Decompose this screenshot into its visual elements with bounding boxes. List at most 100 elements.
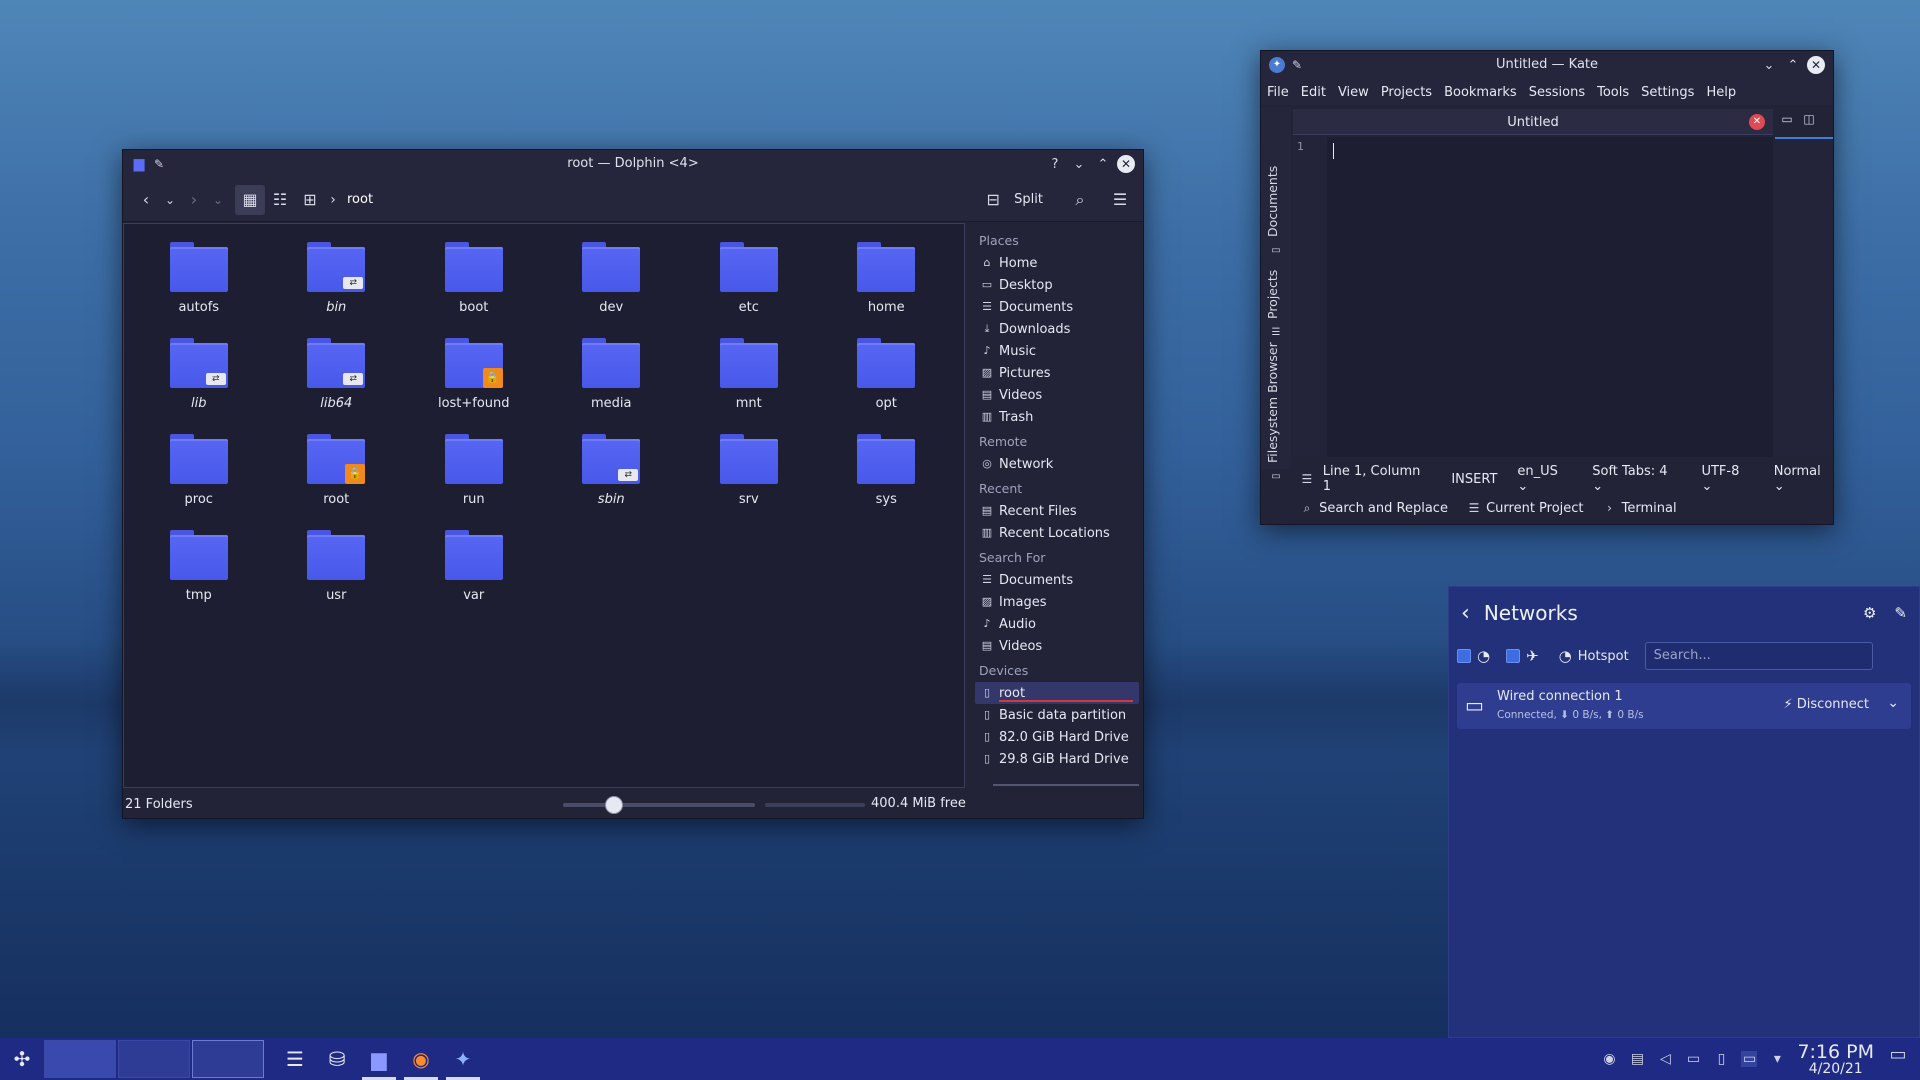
new-tab-icon[interactable]: ▭ bbox=[1779, 111, 1795, 127]
places-item-devices[interactable]: ▯ Basic data partition bbox=[975, 704, 1139, 726]
cursor-position[interactable]: Line 1, Column 1 bbox=[1323, 464, 1432, 494]
pin-icon[interactable]: ✎ bbox=[1289, 57, 1305, 73]
close-button[interactable]: ✕ bbox=[1117, 155, 1135, 173]
places-item-devices[interactable]: ▯ 29.8 GiB Hard Drive bbox=[975, 748, 1139, 786]
encoding-select[interactable]: UTF-8 ⌄ bbox=[1701, 464, 1753, 494]
network-tray-icon[interactable]: ▭ bbox=[1741, 1051, 1758, 1067]
desktop-pager-2[interactable] bbox=[118, 1040, 190, 1078]
folder-item[interactable]: autofs bbox=[130, 238, 268, 331]
desktop-pager-3[interactable] bbox=[192, 1040, 264, 1078]
folder-item[interactable]: home bbox=[818, 238, 956, 331]
folder-item[interactable]: proc bbox=[130, 430, 268, 523]
wired-connection-item[interactable]: ▭ Wired connection 1 Connected, ⬇ 0 B/s,… bbox=[1457, 683, 1911, 729]
maximize-button[interactable]: ⌃ bbox=[1783, 55, 1803, 75]
places-item-places[interactable]: ▨ Pictures bbox=[975, 362, 1139, 384]
updates-icon[interactable]: ◉ bbox=[1601, 1051, 1617, 1067]
back-button[interactable]: ‹ bbox=[131, 185, 161, 215]
places-item-search[interactable]: ☰ Documents bbox=[975, 569, 1139, 591]
sidebar-tab-projects[interactable]: Projects bbox=[1265, 270, 1280, 319]
places-item-places[interactable]: ▥ Trash bbox=[975, 406, 1139, 428]
close-button[interactable]: ✕ bbox=[1807, 56, 1825, 74]
folder-item[interactable]: dev bbox=[543, 238, 681, 331]
maximize-button[interactable]: ⌃ bbox=[1093, 154, 1113, 174]
places-item-devices[interactable]: ▯ root bbox=[975, 682, 1139, 704]
folder-item[interactable]: run bbox=[405, 430, 543, 523]
pin-icon[interactable]: ✎ bbox=[1894, 604, 1907, 622]
kate-taskbar-icon[interactable]: ✦ bbox=[442, 1038, 484, 1080]
zoom-slider-handle[interactable] bbox=[605, 796, 623, 814]
menu-projects[interactable]: Projects bbox=[1381, 85, 1432, 100]
menu-tools[interactable]: Tools bbox=[1597, 85, 1629, 100]
hotspot-label[interactable]: Hotspot bbox=[1578, 649, 1629, 664]
dolphin-taskbar-icon[interactable]: ▆ bbox=[358, 1038, 400, 1080]
terminal-button[interactable]: › Terminal bbox=[1602, 500, 1677, 516]
places-item-search[interactable]: ▤ Videos bbox=[975, 635, 1139, 657]
back-icon[interactable]: ‹ bbox=[1461, 601, 1470, 626]
volume-icon[interactable]: ◁ bbox=[1657, 1051, 1673, 1067]
minimize-button[interactable]: ⌄ bbox=[1759, 55, 1779, 75]
hamburger-menu-icon[interactable]: ☰ bbox=[1105, 185, 1135, 215]
places-item-devices[interactable]: ▯ 82.0 GiB Hard Drive bbox=[975, 726, 1139, 786]
hotspot-icon[interactable]: ◔ bbox=[1559, 647, 1572, 665]
menu-view[interactable]: View bbox=[1338, 85, 1369, 100]
folder-item[interactable]: ⇄ sbin bbox=[543, 430, 681, 523]
split-button[interactable]: Split bbox=[1014, 192, 1043, 207]
places-item-places[interactable]: ♪ Music bbox=[975, 340, 1139, 362]
current-project-button[interactable]: ☰ Current Project bbox=[1466, 500, 1584, 516]
firefox-taskbar-icon[interactable]: ◉ bbox=[400, 1038, 442, 1080]
wifi-checkbox[interactable] bbox=[1457, 649, 1471, 663]
icons-view-button[interactable]: ▦ bbox=[235, 184, 265, 215]
input-mode[interactable]: INSERT bbox=[1451, 472, 1497, 487]
airplane-checkbox[interactable] bbox=[1506, 649, 1521, 663]
folder-item[interactable]: ⇄ bin bbox=[268, 238, 406, 331]
menu-edit[interactable]: Edit bbox=[1301, 85, 1326, 100]
places-item-places[interactable]: ▤ Videos bbox=[975, 384, 1139, 406]
places-item-places[interactable]: ☰ Documents bbox=[975, 296, 1139, 318]
tab-untitled[interactable]: Untitled bbox=[1293, 109, 1773, 135]
minimize-button[interactable]: ⌄ bbox=[1069, 154, 1089, 174]
kate-titlebar[interactable]: ✦ ✎ Untitled — Kate ⌄ ⌃ ✕ bbox=[1261, 51, 1833, 79]
expand-chevron-icon[interactable]: ⌄ bbox=[1887, 695, 1899, 711]
menu-file[interactable]: File bbox=[1267, 85, 1289, 100]
places-item-search[interactable]: ♪ Audio bbox=[975, 613, 1139, 635]
folder-item[interactable]: etc bbox=[680, 238, 818, 331]
places-item-places[interactable]: ▭ Desktop bbox=[975, 274, 1139, 296]
text-editor[interactable]: 1 bbox=[1293, 137, 1773, 457]
view-mode-select[interactable]: Normal ⌄ bbox=[1774, 464, 1835, 494]
zoom-slider-track[interactable] bbox=[563, 803, 755, 807]
folder-item[interactable]: opt bbox=[818, 334, 956, 427]
folder-item[interactable]: sys bbox=[818, 430, 956, 523]
compact-view-button[interactable]: ☷ bbox=[265, 185, 295, 215]
folder-item[interactable]: ⇄ lib64 bbox=[268, 334, 406, 427]
search-replace-button[interactable]: ⌕ Search and Replace bbox=[1299, 500, 1448, 516]
places-item-search[interactable]: ▨ Images bbox=[975, 591, 1139, 613]
disconnect-button[interactable]: ⚡ Disconnect bbox=[1784, 697, 1869, 712]
back-history-icon[interactable]: ⌄ bbox=[161, 185, 179, 215]
dolphin-titlebar[interactable]: ▆ ✎ root — Dolphin <4> ? ⌄ ⌃ ✕ bbox=[123, 150, 1143, 178]
places-item-remote[interactable]: ◎ Network bbox=[975, 453, 1139, 475]
tray-expand-icon[interactable]: ▾ bbox=[1769, 1051, 1785, 1067]
configure-icon[interactable]: ⚙ bbox=[1863, 604, 1876, 622]
breadcrumb[interactable]: root bbox=[347, 192, 373, 207]
folder-item[interactable]: 🔒 root bbox=[268, 430, 406, 523]
file-view[interactable]: autofs ⇄ bin boot dev etc home ⇄ lib ⇄ lib64 🔒 lost+… bbox=[123, 223, 965, 788]
network-search-input[interactable]: Search... bbox=[1644, 642, 1873, 670]
folder-item[interactable]: ⇄ lib bbox=[130, 334, 268, 427]
app-launcher-icon[interactable]: ✣ bbox=[0, 1038, 44, 1080]
display-icon[interactable]: ▭ bbox=[1685, 1051, 1701, 1067]
clipboard-icon[interactable]: ▤ bbox=[1629, 1051, 1645, 1067]
folder-item[interactable]: var bbox=[405, 526, 543, 619]
help-button[interactable]: ? bbox=[1045, 154, 1065, 174]
folder-item[interactable]: boot bbox=[405, 238, 543, 331]
details-view-button[interactable]: ⊞ bbox=[295, 185, 325, 215]
forward-button[interactable]: › bbox=[179, 185, 209, 215]
folder-item[interactable]: srv bbox=[680, 430, 818, 523]
pin-icon[interactable]: ✎ bbox=[151, 156, 167, 172]
folder-item[interactable]: media bbox=[543, 334, 681, 427]
desktop-pager-1[interactable] bbox=[44, 1040, 116, 1078]
sidebar-tab-documents[interactable]: Documents bbox=[1265, 166, 1280, 237]
folder-item[interactable]: usr bbox=[268, 526, 406, 619]
folder-item[interactable]: mnt bbox=[680, 334, 818, 427]
battery-icon[interactable]: ▯ bbox=[1713, 1051, 1729, 1067]
places-item-recent[interactable]: ▤ Recent Files bbox=[975, 500, 1139, 522]
